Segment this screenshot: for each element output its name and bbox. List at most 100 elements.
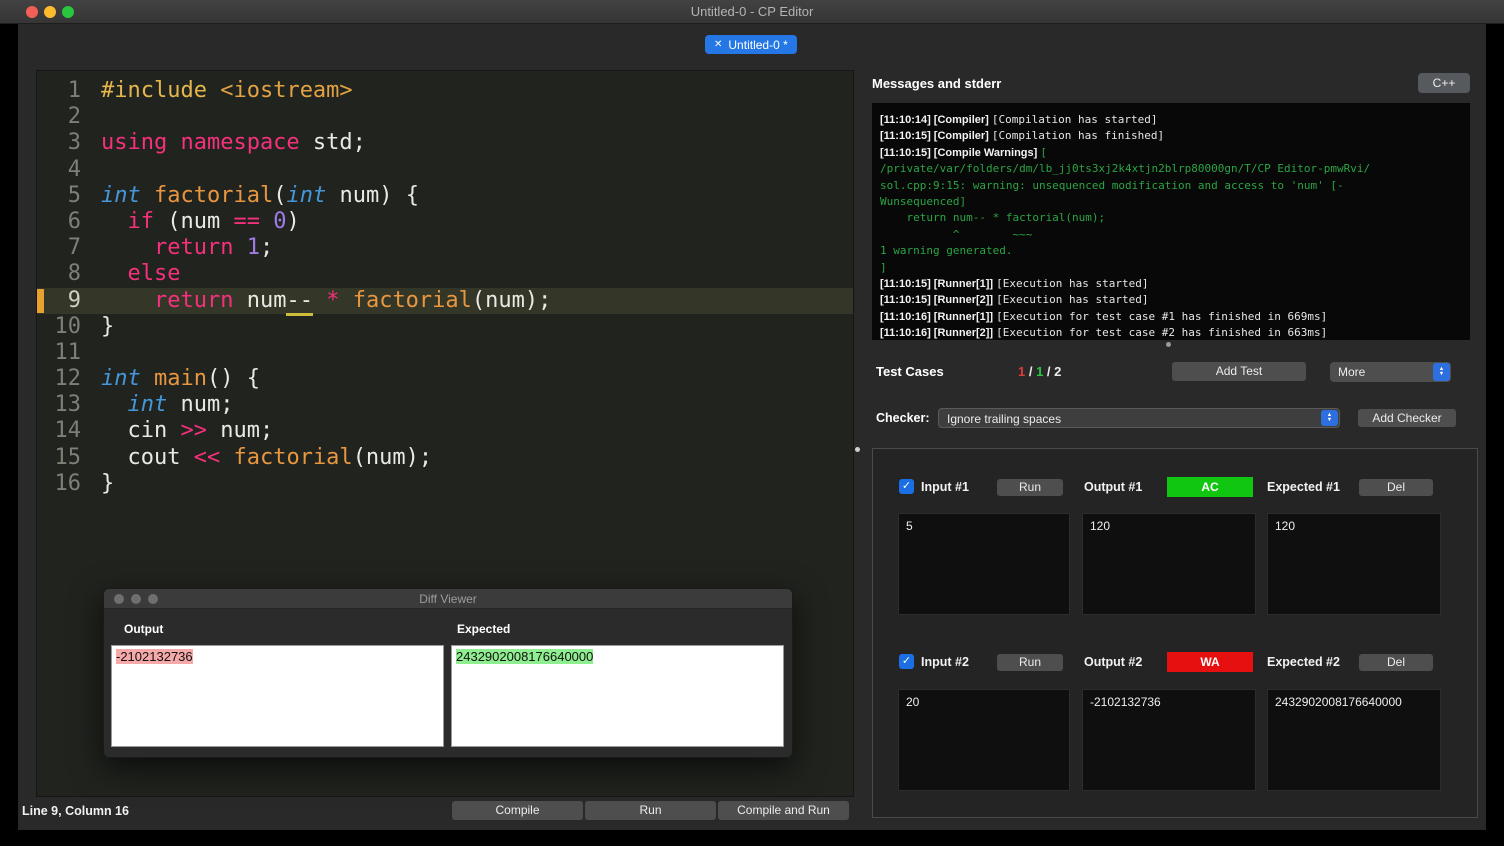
window-titlebar[interactable]: Untitled-0 - CP Editor: [0, 0, 1504, 24]
testcase-2-del-button[interactable]: Del: [1359, 654, 1433, 671]
checker-dropdown[interactable]: Ignore trailing spaces ▲ ▼: [938, 408, 1340, 428]
code-line-14[interactable]: 14 cin >> num;: [37, 418, 853, 444]
code-line-10[interactable]: 10}: [37, 314, 853, 340]
testcase-1-run-button[interactable]: Run: [997, 479, 1063, 496]
diff-expected-label: Expected: [457, 622, 511, 636]
compile-button[interactable]: Compile: [452, 801, 583, 820]
code-text: cin >> num;: [101, 418, 274, 444]
console-line: /private/var/folders/dm/lb_jj0ts3xj2k4xt…: [880, 162, 1371, 176]
code-text: #include <iostream>: [101, 78, 353, 103]
testcase-1-expected-label: Expected #1: [1267, 480, 1340, 494]
diff-expected-value: 2432902008176640000: [456, 649, 594, 664]
code-text: }: [101, 313, 115, 339]
diff-close-icon[interactable]: [114, 594, 124, 604]
testcase-1-del-button[interactable]: Del: [1359, 479, 1433, 496]
testcase-2-expected-area[interactable]: 2432902008176640000: [1267, 689, 1441, 791]
line-number: 2: [67, 104, 81, 130]
dropdown-stepper-icon: ▲ ▼: [1321, 410, 1338, 426]
close-window-icon[interactable]: [26, 6, 38, 18]
compile-and-run-button[interactable]: Compile and Run: [718, 801, 849, 820]
console-line: return num-- * factorial(num);: [880, 211, 1106, 225]
checker-label: Checker:: [876, 411, 930, 425]
code-text: return 1;: [153, 235, 274, 261]
add-test-button[interactable]: Add Test: [1172, 362, 1306, 381]
testcase-2-checkbox[interactable]: ✓: [899, 654, 914, 669]
language-button[interactable]: C++: [1418, 73, 1470, 93]
console-output[interactable]: [11:10:14] [Compiler] [Compilation has s…: [872, 103, 1470, 340]
diff-maximize-icon[interactable]: [148, 594, 158, 604]
line-number: 9: [67, 287, 81, 313]
diff-viewer-titlebar[interactable]: Diff Viewer: [104, 589, 792, 609]
code-line-11[interactable]: 11: [37, 340, 853, 366]
testcase-2-verdict-badge: WA: [1167, 652, 1253, 672]
code-line-7[interactable]: 7 return 1;: [37, 235, 853, 261]
code-text: else: [127, 261, 181, 287]
code-line-9[interactable]: 9 return num-- * factorial(num);: [37, 287, 853, 316]
diff-minimize-icon[interactable]: [131, 594, 141, 604]
line-number: 14: [54, 418, 82, 444]
tab-close-icon[interactable]: ✕: [714, 39, 722, 50]
line-number: 16: [54, 470, 82, 496]
testcase-1-output-area[interactable]: 120: [1082, 513, 1256, 615]
diff-output-label: Output: [124, 622, 164, 636]
console-line: [11:10:15] [Compiler] [Compilation has f…: [880, 129, 1165, 143]
code-line-16[interactable]: 16}: [37, 471, 853, 497]
testcase-2-input-area[interactable]: 20: [898, 689, 1070, 791]
code-line-8[interactable]: 8 else: [37, 261, 853, 287]
splitter-handle-icon[interactable]: [1166, 342, 1171, 347]
tab-label: Untitled-0 *: [728, 37, 788, 52]
code-line-3[interactable]: 3 using namespace std;: [37, 130, 853, 156]
testcase-2-output-label: Output #2: [1084, 655, 1143, 669]
line-number: 10: [54, 313, 82, 339]
count-plain: /: [1043, 364, 1055, 379]
testcase-2-run-button[interactable]: Run: [997, 654, 1063, 671]
console-line: [11:10:15] [Runner[2]] [Execution has st…: [880, 293, 1149, 307]
check-icon: ✓: [901, 480, 912, 492]
window-title: Untitled-0 - CP Editor: [690, 4, 814, 19]
code-text: cout << factorial(num);: [101, 444, 433, 470]
minimize-window-icon[interactable]: [44, 6, 56, 18]
diff-viewer-window[interactable]: Diff Viewer Output Expected -2102132736 …: [103, 588, 793, 758]
code-text: int main() {: [101, 366, 260, 392]
line-number: 13: [54, 392, 82, 418]
maximize-window-icon[interactable]: [62, 6, 74, 18]
testcase-2-expected-label: Expected #2: [1267, 655, 1340, 669]
console-line: [11:10:16] [Runner[2]] [Execution for te…: [880, 326, 1328, 340]
console-line: [11:10:15] [Runner[1]] [Execution has st…: [880, 277, 1149, 291]
testcase-1-input-label: Input #1: [921, 480, 969, 494]
add-checker-button[interactable]: Add Checker: [1358, 409, 1456, 427]
code-text: int factorial(int num) {: [101, 182, 419, 208]
console-line: [11:10:15] [Compile Warnings] [: [880, 145, 1047, 159]
code-line-6[interactable]: 6 if (num == 0): [37, 209, 853, 235]
code-line-5[interactable]: 5 int factorial(int num) {: [37, 183, 853, 209]
testcase-2-output-area[interactable]: -2102132736: [1082, 689, 1256, 791]
cursor-position-status: Line 9, Column 16: [22, 804, 129, 818]
testcase-counts: 1 / 1 / 2: [1018, 364, 1061, 379]
console-line: sol.cpp:9:15: warning: unsequenced modif…: [880, 178, 1344, 192]
testcase-1-input-area[interactable]: 5: [898, 513, 1070, 615]
console-line: 1 warning generated.: [880, 244, 1013, 258]
checker-dropdown-value: Ignore trailing spaces: [947, 412, 1062, 426]
console-line: [11:10:14] [Compiler] [Compilation has s…: [880, 113, 1158, 126]
line-number: 4: [67, 156, 81, 182]
code-line-4[interactable]: 4: [37, 157, 853, 183]
code-line-15[interactable]: 15 cout << factorial(num);: [37, 445, 853, 471]
console-line: ^ ~~~: [880, 227, 1033, 241]
testcase-1-expected-area[interactable]: 120: [1267, 513, 1441, 615]
testcase-2-input-label: Input #2: [921, 655, 969, 669]
line-number: 5: [67, 182, 81, 208]
code-line-13[interactable]: 13 int num;: [37, 392, 853, 418]
code-text: using namespace std;: [101, 130, 366, 156]
panel-splitter-handle-icon[interactable]: [855, 447, 860, 452]
line-number: 12: [54, 366, 82, 392]
run-button[interactable]: Run: [585, 801, 716, 820]
code-line-1[interactable]: 1 #include <iostream>: [37, 78, 853, 104]
tab-untitled-0[interactable]: ✕ Untitled-0 *: [705, 35, 797, 54]
testcase-1-checkbox[interactable]: ✓: [899, 479, 914, 494]
more-dropdown[interactable]: More ▲ ▼: [1330, 362, 1451, 382]
code-text: if (num == 0): [127, 208, 300, 234]
code-line-2[interactable]: 2: [37, 104, 853, 130]
code-line-12[interactable]: 12 int main() {: [37, 366, 853, 392]
